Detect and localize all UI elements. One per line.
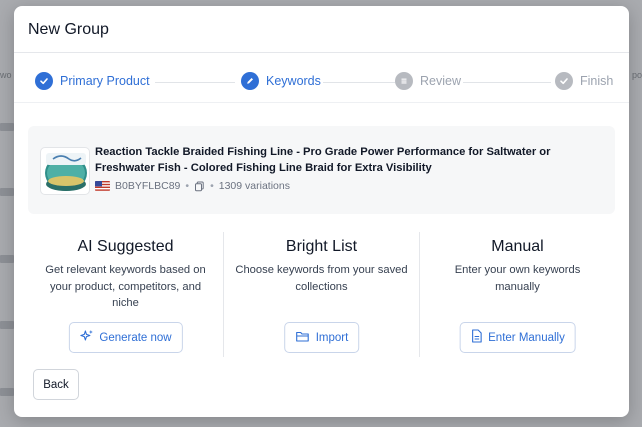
stepper: Primary Product Keywords Review Finish — [14, 63, 629, 103]
check-icon — [35, 72, 53, 90]
product-variations: 1309 variations — [218, 180, 290, 192]
back-button[interactable]: Back — [33, 369, 79, 400]
product-card: Reaction Tackle Braided Fishing Line - P… — [28, 126, 615, 214]
button-label: Generate now — [99, 331, 172, 344]
enter-manually-button[interactable]: Enter Manually — [459, 322, 576, 353]
option-description: Choose keywords from your saved collecti… — [235, 264, 408, 293]
generate-now-button[interactable]: Generate now — [68, 322, 183, 353]
option-ai-suggested: AI Suggested Get relevant keywords based… — [28, 232, 223, 357]
option-description: Get relevant keywords based on your prod… — [45, 264, 206, 309]
step-label: Finish — [580, 74, 614, 88]
meta-separator: • — [210, 180, 214, 192]
product-thumbnail — [40, 147, 90, 195]
step-connector — [463, 82, 551, 83]
background-row-icon — [0, 321, 14, 329]
step-connector — [155, 82, 235, 83]
copy-icon[interactable] — [194, 181, 205, 192]
list-icon — [395, 72, 413, 90]
product-meta: B0BYFLBC89 • • 1309 variations — [95, 180, 290, 192]
option-title: Manual — [491, 238, 544, 255]
option-title: Bright List — [285, 238, 358, 255]
new-group-modal: New Group Primary Product Keywords Revie… — [14, 6, 629, 417]
us-flag-icon — [95, 181, 110, 191]
background-row-icon — [0, 188, 14, 196]
step-label: Review — [420, 74, 461, 88]
pencil-icon — [241, 72, 259, 90]
step-label: Primary Product — [60, 74, 150, 88]
background-row-icon — [0, 388, 14, 396]
button-label: Import — [315, 331, 349, 344]
import-button[interactable]: Import — [283, 322, 360, 353]
step-primary-product[interactable]: Primary Product — [35, 72, 150, 90]
step-connector — [323, 82, 395, 83]
background-row-icon — [0, 123, 14, 131]
option-title: AI Suggested — [77, 238, 174, 255]
product-title: Reaction Tackle Braided Fishing Line - P… — [95, 146, 551, 174]
background-column-header: po — [631, 70, 642, 80]
step-review[interactable]: Review — [395, 72, 461, 90]
sparkles-icon — [79, 329, 93, 346]
modal-title: New Group — [28, 21, 109, 38]
keyword-source-options: AI Suggested Get relevant keywords based… — [28, 232, 615, 357]
option-manual: Manual Enter your own keywords manually … — [419, 232, 615, 357]
folder-icon — [295, 330, 310, 346]
product-asin: B0BYFLBC89 — [115, 180, 181, 192]
meta-separator: • — [185, 180, 190, 192]
step-label: Keywords — [266, 74, 321, 88]
document-icon — [470, 329, 482, 346]
check-icon — [555, 72, 573, 90]
option-description: Enter your own keywords manually — [454, 264, 581, 293]
step-keywords[interactable]: Keywords — [241, 72, 321, 90]
option-bright-list: Bright List Choose keywords from your sa… — [223, 232, 419, 357]
step-finish[interactable]: Finish — [555, 72, 613, 90]
button-label: Enter Manually — [488, 331, 565, 344]
modal-header: New Group — [14, 6, 629, 53]
background-row-icon — [0, 255, 14, 263]
background-column-header: wo — [0, 70, 12, 80]
